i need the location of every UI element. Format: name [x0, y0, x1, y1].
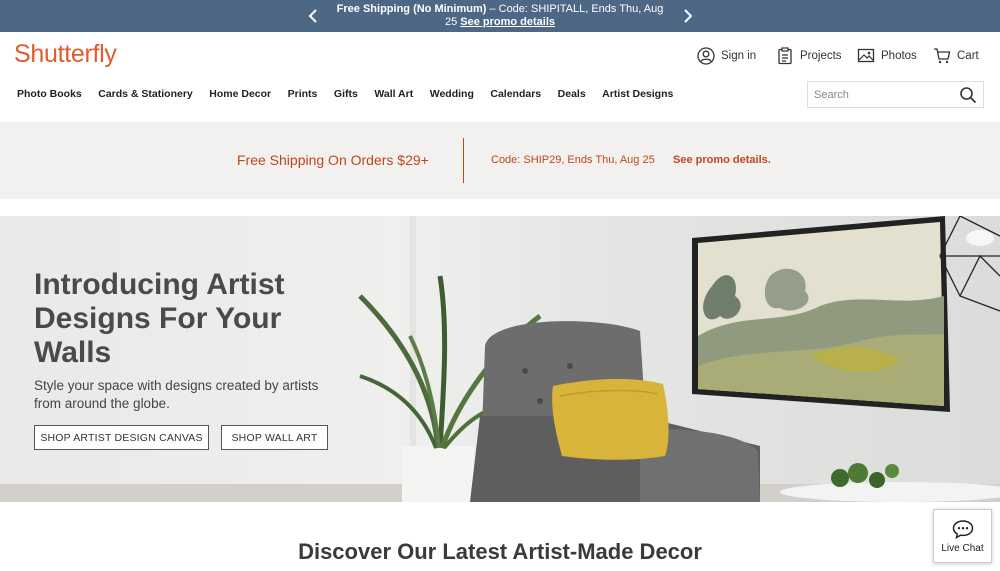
shipping-headline: Free Shipping On Orders $29+: [237, 152, 429, 168]
nav-item-wedding[interactable]: Wedding: [430, 88, 474, 100]
hero-subtitle: Style your space with designs created by…: [34, 378, 319, 411]
sign-in-label: Sign in: [721, 50, 757, 62]
nav-item-cards-stationery[interactable]: Cards & Stationery: [98, 88, 193, 100]
sign-in-button[interactable]: Sign in: [697, 46, 756, 66]
search-input[interactable]: [808, 82, 957, 107]
shop-artist-design-canvas-button[interactable]: SHOP ARTIST DESIGN CANVAS: [34, 425, 209, 450]
projects-label: Projects: [800, 50, 842, 62]
side-table: [780, 463, 1000, 502]
nav-item-calendars[interactable]: Calendars: [490, 88, 541, 100]
search-box: [807, 81, 984, 108]
nav-item-deals[interactable]: Deals: [558, 88, 586, 100]
user-icon: [697, 47, 715, 65]
cart-label: Cart: [957, 50, 979, 62]
hero-banner: Introducing Artist Designs For Your Wall…: [0, 216, 1000, 502]
promo-topbar: Free Shipping (No Minimum) – Code: SHIPI…: [0, 0, 1000, 32]
shipping-promo-link[interactable]: See promo details.: [673, 154, 771, 166]
chat-icon: [952, 519, 973, 539]
projects-button[interactable]: Projects: [776, 46, 842, 66]
nav-item-artist-designs[interactable]: Artist Designs: [602, 88, 673, 100]
photos-label: Photos: [881, 50, 917, 62]
shop-wall-art-button[interactable]: SHOP WALL ART: [221, 425, 328, 450]
search-icon: [960, 86, 977, 103]
cart-icon: [934, 48, 951, 64]
framed-art: [692, 216, 950, 412]
nav-item-wall-art[interactable]: Wall Art: [374, 88, 413, 100]
nav-item-home-decor[interactable]: Home Decor: [209, 88, 271, 100]
promo-next-button[interactable]: [677, 5, 699, 27]
live-chat-label: Live Chat: [941, 542, 984, 554]
hero-room-image: [358, 216, 1000, 502]
chevron-right-icon: [684, 9, 693, 23]
promo-prev-button[interactable]: [302, 5, 324, 27]
promo-details-link[interactable]: See promo details: [460, 16, 555, 28]
cart-button[interactable]: Cart: [933, 46, 979, 66]
main-nav: Photo Books Cards & Stationery Home Deco…: [17, 88, 690, 100]
section-title: Discover Our Latest Artist-Made Decor: [298, 539, 702, 564]
photos-icon: [857, 48, 875, 63]
pendant-lamp: [939, 216, 1000, 312]
promo-bold-text: Free Shipping (No Minimum): [336, 3, 487, 15]
shipping-code: Code: SHIP29, Ends Thu, Aug 25: [491, 154, 655, 166]
photos-button[interactable]: Photos: [857, 46, 917, 66]
nav-item-gifts[interactable]: Gifts: [334, 88, 358, 100]
nav-item-prints[interactable]: Prints: [288, 88, 318, 100]
live-chat-button[interactable]: Live Chat: [933, 509, 992, 563]
chevron-left-icon: [308, 9, 317, 23]
promo-message: Free Shipping (No Minimum) – Code: SHIPI…: [330, 3, 670, 29]
search-button[interactable]: [957, 84, 979, 106]
banner-divider: [463, 138, 464, 183]
shutterfly-logo[interactable]: Shutterfly: [14, 40, 117, 69]
projects-icon: [778, 47, 792, 65]
nav-item-photo-books[interactable]: Photo Books: [17, 88, 82, 100]
shipping-banner: Free Shipping On Orders $29+ Code: SHIP2…: [0, 122, 1000, 199]
hero-title: Introducing Artist Designs For Your Wall…: [34, 268, 285, 369]
yellow-pillow: [552, 379, 669, 460]
